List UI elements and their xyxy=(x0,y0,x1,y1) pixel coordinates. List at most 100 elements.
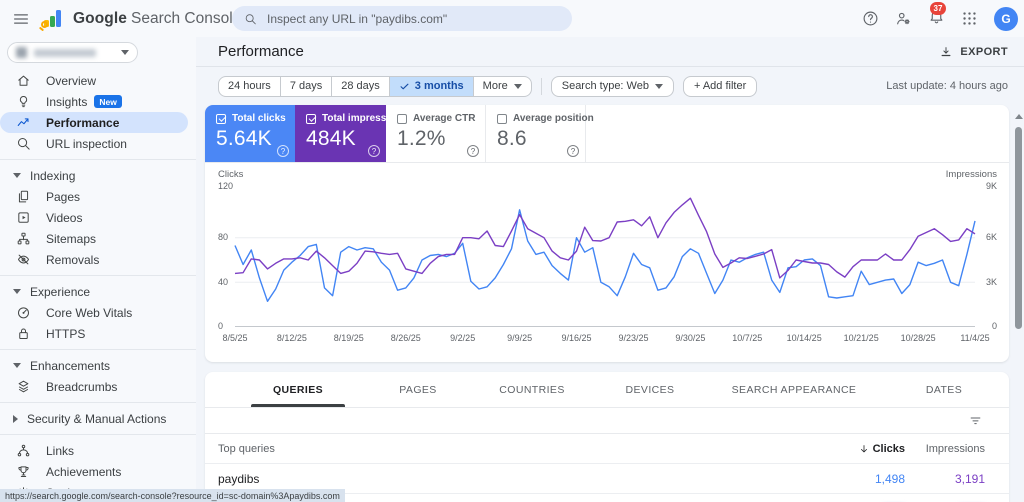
y-tick-right: 9K xyxy=(986,181,997,191)
help-circle-icon[interactable]: ? xyxy=(467,145,479,157)
sidebar-item-pages[interactable]: Pages xyxy=(0,186,196,207)
tab-dates[interactable]: DATES xyxy=(879,372,1009,407)
notifications-button[interactable]: 37 xyxy=(928,8,945,30)
range-more-dropdown[interactable]: More xyxy=(474,77,531,96)
help-circle-icon[interactable]: ? xyxy=(277,145,289,157)
sidebar-item-breadcrumbs[interactable]: Breadcrumbs xyxy=(0,376,196,397)
sidebar-item-core-web-vitals[interactable]: Core Web Vitals xyxy=(0,302,196,323)
search-type-chip[interactable]: Search type: Web xyxy=(551,76,674,97)
sidebar-section-enhancements[interactable]: Enhancements xyxy=(0,355,196,376)
y-tick-right: 0 xyxy=(992,321,997,331)
metric-card-total-clicks[interactable]: Total clicks 5.64K ? xyxy=(205,105,295,162)
sidebar-section-experience[interactable]: Experience xyxy=(0,281,196,302)
x-axis-label: 8/19/25 xyxy=(334,333,364,343)
new-badge: New xyxy=(94,95,121,108)
column-header-impressions[interactable]: Impressions xyxy=(905,443,1009,455)
metric-card-average-position[interactable]: Average position 8.6 ? xyxy=(486,105,586,162)
sidebar-item-sitemaps[interactable]: Sitemaps xyxy=(0,228,196,249)
x-axis-label: 9/30/25 xyxy=(675,333,705,343)
range-24-hours[interactable]: 24 hours xyxy=(219,77,281,96)
url-inspect-input[interactable] xyxy=(267,12,560,26)
table-header-row: Top queries Clicks Impressions xyxy=(205,434,1009,464)
impressions-cell: 3,191 xyxy=(905,472,1009,486)
magnifier-icon xyxy=(16,136,31,151)
top-app-bar: GoogleSearch Console 37 G xyxy=(0,0,1024,37)
help-circle-icon[interactable]: ? xyxy=(368,145,380,157)
app-logo[interactable]: GoogleSearch Console xyxy=(43,9,241,29)
home-icon xyxy=(16,73,31,88)
sort-desc-icon xyxy=(858,443,870,455)
column-header-clicks[interactable]: Clicks xyxy=(793,443,905,455)
table-toolbar xyxy=(205,408,1009,434)
sidebar-item-overview[interactable]: Overview xyxy=(0,70,196,91)
tab-devices[interactable]: DEVICES xyxy=(591,372,709,407)
range-28-days[interactable]: 28 days xyxy=(332,77,390,96)
export-button[interactable]: EXPORT xyxy=(939,45,1008,59)
x-axis-label: 8/12/25 xyxy=(277,333,307,343)
chart-plot-area[interactable] xyxy=(235,193,975,327)
tab-pages[interactable]: PAGES xyxy=(363,372,473,407)
filter-funnel-icon[interactable] xyxy=(968,413,983,428)
y-tick-right: 6K xyxy=(986,232,997,242)
tab-search-appearance[interactable]: SEARCH APPEARANCE xyxy=(709,372,879,407)
property-favicon-redacted xyxy=(16,47,27,58)
last-update-text: Last update: 4 hours ago xyxy=(886,80,1008,92)
column-header-top-queries[interactable]: Top queries xyxy=(205,443,793,455)
tab-queries[interactable]: QUERIES xyxy=(233,372,363,407)
sidebar-section-indexing[interactable]: Indexing xyxy=(0,165,196,186)
sidebar-item-https[interactable]: HTTPS xyxy=(0,323,196,344)
x-axis-label: 9/16/25 xyxy=(561,333,591,343)
scrollbar-thumb[interactable] xyxy=(1015,127,1022,329)
avatar[interactable]: G xyxy=(994,7,1018,31)
metric-cards: Total clicks 5.64K ? Total impressions 4… xyxy=(205,105,1009,163)
checkbox-empty-icon[interactable] xyxy=(497,114,507,124)
filter-bar: 24 hours 7 days 28 days 3 months More Se… xyxy=(196,67,1024,105)
metric-value: 1.2% xyxy=(397,127,477,151)
divider xyxy=(0,402,196,403)
checkbox-empty-icon[interactable] xyxy=(397,114,407,124)
right-axis-title: Impressions xyxy=(946,169,997,180)
sidebar-item-insights[interactable]: Insights New xyxy=(0,91,196,112)
sidebar-item-performance[interactable]: Performance xyxy=(0,112,188,133)
sidebar-item-links[interactable]: Links xyxy=(0,440,196,461)
speedometer-icon xyxy=(16,305,31,320)
x-axis-label: 8/5/25 xyxy=(222,333,247,343)
performance-trend-icon xyxy=(16,115,31,130)
vertical-scrollbar[interactable] xyxy=(1013,112,1024,502)
chevron-down-icon xyxy=(655,84,663,89)
google-apps-grid-icon[interactable] xyxy=(961,10,978,27)
date-range-segmented-control: 24 hours 7 days 28 days 3 months More xyxy=(218,76,532,97)
property-selector[interactable] xyxy=(7,42,138,63)
download-icon xyxy=(939,45,953,59)
checkbox-checked-icon[interactable] xyxy=(216,114,226,124)
caret-right-icon xyxy=(13,415,18,423)
status-url: https://search.google.com/search-console… xyxy=(5,491,340,501)
range-3-months-selected[interactable]: 3 months xyxy=(390,77,474,96)
scrollbar-up-arrow[interactable] xyxy=(1015,114,1023,119)
clicks-cell: 1,498 xyxy=(793,472,905,486)
query-cell[interactable]: paydibs xyxy=(205,472,793,486)
sidebar-item-achievements[interactable]: Achievements xyxy=(0,461,196,482)
checkbox-checked-icon[interactable] xyxy=(306,114,316,124)
sidebar-item-videos[interactable]: Videos xyxy=(0,207,196,228)
account-settings-icon[interactable] xyxy=(895,10,912,27)
help-icon[interactable] xyxy=(862,10,879,27)
chevron-down-icon xyxy=(121,50,129,55)
eye-off-icon xyxy=(16,252,31,267)
range-7-days[interactable]: 7 days xyxy=(281,77,332,96)
metric-card-total-impressions[interactable]: Total impressions 484K ? xyxy=(295,105,386,162)
x-axis-label: 10/7/25 xyxy=(732,333,762,343)
divider xyxy=(0,159,196,160)
time-series-chart[interactable]: Clicks Impressions 120 80 40 0 9K 6K 3K … xyxy=(205,163,1009,358)
y-tick: 40 xyxy=(218,277,228,287)
metric-card-average-ctr[interactable]: Average CTR 1.2% ? xyxy=(386,105,486,162)
x-axis-label: 9/23/25 xyxy=(618,333,648,343)
tab-countries[interactable]: COUNTRIES xyxy=(473,372,591,407)
sidebar-item-url-inspection[interactable]: URL inspection xyxy=(0,133,196,154)
url-inspection-searchbar[interactable] xyxy=(232,6,572,31)
help-circle-icon[interactable]: ? xyxy=(567,145,579,157)
add-filter-chip[interactable]: + Add filter xyxy=(683,76,757,97)
hamburger-menu-icon[interactable] xyxy=(12,10,30,28)
sidebar-item-removals[interactable]: Removals xyxy=(0,249,196,270)
sidebar-section-security-manual-actions[interactable]: Security & Manual Actions xyxy=(0,408,196,429)
